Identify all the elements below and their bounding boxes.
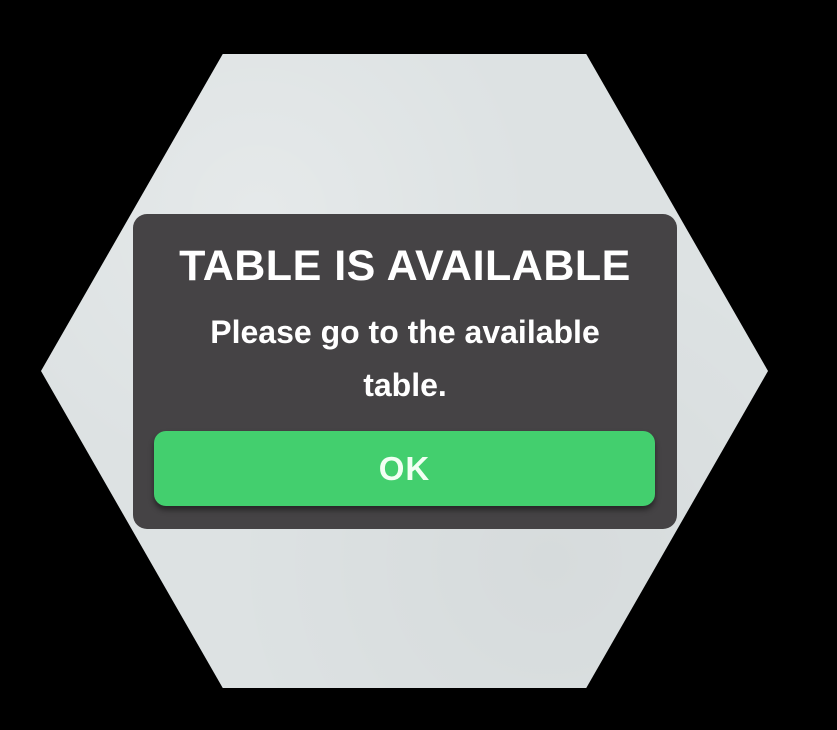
dialog-title: TABLE IS AVAILABLE: [179, 242, 631, 290]
screen: TABLE IS AVAILABLE Please go to the avai…: [0, 0, 837, 730]
ok-button[interactable]: OK: [154, 431, 655, 506]
dialog-message: Please go to the available table.: [210, 314, 600, 403]
alert-dialog: TABLE IS AVAILABLE Please go to the avai…: [133, 214, 677, 529]
